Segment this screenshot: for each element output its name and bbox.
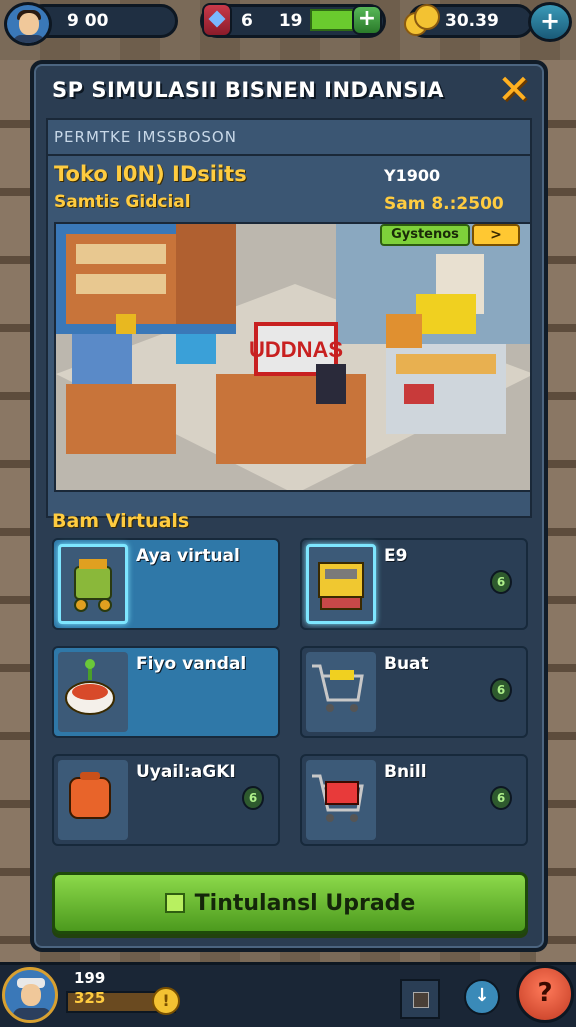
chef-avatar[interactable]: [2, 967, 58, 1023]
inventory-button[interactable]: [400, 979, 440, 1019]
shopping-basket-icon: [306, 544, 376, 624]
add-energy-button[interactable]: +: [352, 5, 382, 35]
item-card-e9[interactable]: E9 6: [300, 538, 528, 630]
store-sign-text: UDDNAS: [249, 337, 343, 362]
store-subtitle: Samtis Gidcial: [54, 192, 191, 212]
bottom-stat-2: 325: [74, 989, 106, 1007]
item-card-aya-virtual[interactable]: Aya virtual: [52, 538, 280, 630]
currency-1-value: 9 00: [67, 11, 109, 31]
panel-title: SP SIMULASII BISNEN INDANSIA: [52, 78, 444, 102]
bottom-bar: 199 325 ! ↓ ?: [0, 962, 576, 1027]
top-bar: 9 00 6 19 + 30.39 +: [0, 0, 576, 50]
player-avatar[interactable]: [4, 2, 52, 46]
energy-bar: [310, 9, 354, 31]
upgrade-button[interactable]: Tintulansl Uprade: [52, 872, 528, 934]
coin-stack-icon: [404, 2, 440, 36]
divider: [48, 154, 530, 156]
item-badge: 6: [242, 786, 264, 810]
item-card-fiyo-vandal[interactable]: Fiyo vandal: [52, 646, 280, 738]
item-label: Bnill: [384, 762, 427, 782]
shopping-cart-icon: [306, 652, 376, 732]
store-name: Toko I0N) IDsiits: [54, 162, 247, 186]
coin-value: 30.39: [445, 11, 499, 31]
systems-tag[interactable]: >: [472, 224, 520, 246]
download-icon[interactable]: ↓: [464, 979, 500, 1015]
alert-coin-icon[interactable]: !: [152, 987, 180, 1015]
store-illustration: UDDNAS: [56, 224, 530, 490]
item-badge: 6: [490, 786, 512, 810]
upgrade-label: Tintulansl Uprade: [194, 890, 416, 916]
info-subtitle: PERMTKE IMSSBOSON: [54, 128, 237, 146]
store-scene-image: UDDNAS: [54, 222, 532, 492]
item-label: Fiyo vandal: [136, 654, 247, 674]
cart-box-icon: [306, 760, 376, 840]
virtual-cart-icon: [58, 544, 128, 624]
gem-count: 6: [241, 11, 253, 31]
store-value-2: Sam 8.:2500: [384, 194, 504, 214]
store-value-1: Y1900: [384, 166, 441, 185]
item-label: Buat: [384, 654, 429, 674]
item-badge: 6: [490, 570, 512, 594]
checkbox-icon: [164, 893, 185, 913]
item-card-buat[interactable]: Buat 6: [300, 646, 528, 738]
item-label: Aya virtual: [136, 546, 240, 566]
close-icon[interactable]: ✕: [494, 70, 534, 110]
item-badge: 6: [490, 678, 512, 702]
item-card-bnill[interactable]: Bnill 6: [300, 754, 528, 846]
food-bowl-icon: [58, 652, 128, 732]
help-button[interactable]: ?: [516, 965, 574, 1023]
gem-icon: [202, 3, 232, 37]
add-coins-button[interactable]: +: [528, 2, 572, 42]
section-title: Bam Virtuals: [52, 510, 190, 532]
item-label: E9: [384, 546, 408, 566]
item-label: Uyail:aGKI: [136, 762, 236, 782]
business-panel: SP SIMULASII BISNEN INDANSIA ✕ PERMTKE I…: [30, 60, 548, 952]
item-card-uyail[interactable]: Uyail:aGKI 6: [52, 754, 280, 846]
toaster-icon: [58, 760, 128, 840]
store-info-section: PERMTKE IMSSBOSON Toko I0N) IDsiits Samt…: [46, 118, 532, 518]
systems-button[interactable]: Gystenos: [380, 224, 470, 246]
bottom-stat-1: 199: [74, 969, 106, 987]
energy-value: 19: [278, 11, 303, 31]
